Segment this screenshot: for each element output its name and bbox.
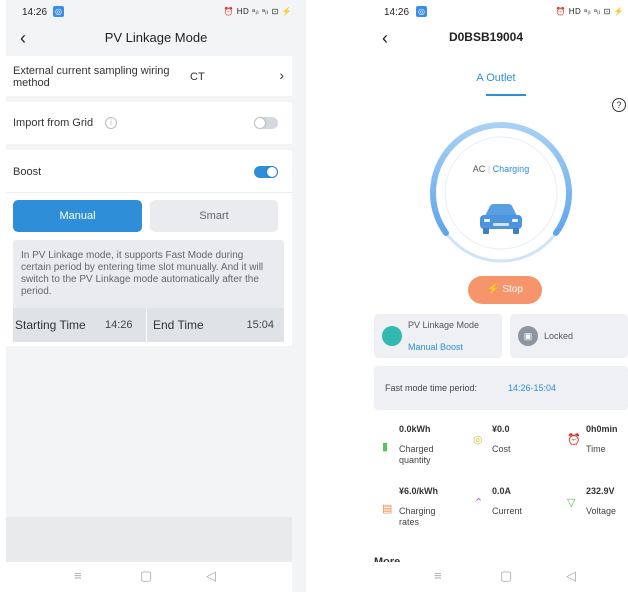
start-time-label: Starting Time — [15, 318, 86, 332]
header: ‹ PV Linkage Mode — [6, 24, 306, 56]
manual-button[interactable]: Manual — [13, 200, 142, 232]
status-time: 14:26 — [22, 7, 48, 18]
import-grid-label: Import from Grid — [13, 117, 94, 129]
charging-state: AC | Charging — [472, 164, 530, 174]
pv-mode-card[interactable]: PV Linkage Mode Manual Boost — [374, 314, 502, 358]
status-time: 14:26 — [384, 7, 410, 18]
fast-mode-info-box: In PV Linkage mode, it supports Fast Mod… — [13, 240, 284, 342]
system-icons: ⏰ HD ᵃᵢₗ ᵃᵢₗ ⊡ ⚡ — [223, 7, 292, 16]
rates-icon: ▤ — [382, 503, 393, 515]
back-nav-icon[interactable]: ◁ — [206, 568, 216, 584]
metric-charging-rates: ¥6.0/kWh Charging rates — [399, 486, 449, 528]
end-time-label: End Time — [153, 318, 204, 332]
menu-nav-icon[interactable]: ≡ — [74, 568, 82, 583]
lightning-icon: ⚡ — [487, 284, 500, 295]
page-title: PV Linkage Mode — [104, 30, 208, 45]
pv-mode-icon — [382, 326, 402, 346]
fast-mode-label: Fast mode time period: — [385, 383, 478, 393]
metric-label: Current — [492, 506, 523, 516]
tab-indicator — [486, 94, 526, 96]
home-nav-icon[interactable]: ▢ — [500, 568, 512, 584]
metric-label: Charged quantity — [399, 444, 434, 465]
metric-charged-quantity: 0.0kWh Charged quantity — [399, 424, 449, 466]
status-ring — [430, 122, 572, 263]
header: ‹ D0BSB19004 — [364, 24, 628, 56]
lock-label: Locked — [544, 331, 574, 341]
metric-value: ¥0.0 — [492, 424, 510, 434]
time-divider — [146, 308, 147, 342]
boost-toggle[interactable] — [254, 166, 278, 178]
info-icon[interactable]: i — [105, 117, 117, 129]
metric-value: 0h0min — [586, 424, 618, 434]
system-nav-bar: ≡ ▢ ◁ — [6, 562, 292, 592]
clock-icon: ⏰ — [567, 434, 581, 446]
import-grid-toggle[interactable] — [254, 117, 278, 129]
back-nav-icon[interactable]: ◁ — [566, 568, 576, 584]
end-time-value[interactable]: 15:04 — [246, 319, 274, 331]
metric-value: 0.0kWh — [399, 424, 431, 434]
coin-icon: ◎ — [473, 434, 483, 446]
lock-icon: ▣ — [518, 326, 538, 346]
metric-label: Voltage — [586, 506, 617, 516]
stop-label: Stop — [502, 284, 523, 295]
system-nav-bar: ≡ ▢ ◁ — [364, 562, 628, 592]
help-icon[interactable]: ? — [612, 98, 626, 112]
fast-mode-value: 14:26-15:04 — [508, 383, 557, 393]
pv-mode-title: PV Linkage Mode — [408, 320, 480, 330]
current-icon: ⌃ — [474, 497, 484, 509]
pv-linkage-screen: 14:26 ◎ ⏰ HD ᵃᵢₗ ᵃᵢₗ ⊡ ⚡ ‹ PV Linkage Mo… — [6, 0, 306, 592]
fast-mode-card: Fast mode time period: 14:26-15:04 — [374, 366, 628, 410]
charger-id-title: D0BSB19004 — [448, 30, 524, 44]
boost-section: Boost Manual Smart In PV Linkage mode, i… — [6, 150, 292, 346]
charging-status-dial: AC | Charging — [426, 118, 576, 268]
current-type: AC — [472, 164, 486, 174]
outlet-screen: 14:26 ◎ ⏰ HD ᵃᵢₗ ᵃᵢₗ ⊡ ⚡ ‹ D0BSB19004 A … — [364, 0, 628, 592]
chevron-right-icon: › — [279, 67, 284, 83]
wiring-method-value: CT — [190, 71, 205, 83]
system-icons: ⏰ HD ᵃᵢₗ ᵃᵢₗ ⊡ ⚡ — [555, 7, 624, 16]
metric-value: 232.9V — [586, 486, 615, 496]
car-icon — [480, 204, 522, 234]
wiring-method-row[interactable]: External current sampling wiring method … — [6, 56, 292, 96]
battery-icon: ▮ — [382, 441, 389, 453]
fast-mode-description: In PV Linkage mode, it supports Fast Mod… — [21, 250, 264, 297]
smart-button[interactable]: Smart — [150, 200, 278, 232]
metric-label: Charging rates — [399, 506, 436, 527]
status-bar: 14:26 ◎ ⏰ HD ᵃᵢₗ ᵃᵢₗ ⊡ ⚡ — [6, 0, 306, 24]
app-icon: ◎ — [416, 6, 427, 17]
wiring-method-label: External current sampling wiring method — [13, 65, 170, 89]
app-icon: ◎ — [53, 6, 64, 17]
time-range-row: Starting Time 14:26 End Time 15:04 — [13, 308, 284, 342]
metric-voltage: 232.9V Voltage — [586, 486, 616, 517]
menu-nav-icon[interactable]: ≡ — [434, 568, 442, 583]
voltage-icon: ▽ — [567, 497, 576, 509]
metric-cost: ¥0.0 Cost — [492, 424, 511, 455]
metric-label: Cost — [492, 444, 511, 454]
metric-value: ¥6.0/kWh — [399, 486, 439, 496]
metric-value: 0.0A — [492, 486, 512, 496]
boost-label: Boost — [13, 166, 42, 178]
metrics-grid: ▮ 0.0kWh Charged quantity ◎ ¥0.0 Cost ⏰ … — [374, 418, 628, 538]
metric-time: 0h0min Time — [586, 424, 618, 455]
metric-label: Time — [586, 444, 606, 454]
lock-card[interactable]: ▣ Locked — [510, 314, 628, 358]
metric-current: 0.0A Current — [492, 486, 522, 517]
stop-button[interactable]: ⚡ Stop — [468, 276, 542, 304]
import-grid-row: Import from Grid i — [6, 102, 292, 144]
pv-mode-subtitle: Manual Boost — [408, 342, 464, 352]
status-bar: 14:26 ◎ ⏰ HD ᵃᵢₗ ᵃᵢₗ ⊡ ⚡ — [364, 0, 628, 24]
home-nav-icon[interactable]: ▢ — [140, 568, 152, 584]
bottom-panel — [6, 517, 292, 567]
charging-status-text: Charging — [492, 164, 530, 174]
start-time-value[interactable]: 14:26 — [105, 319, 133, 331]
tab-a-outlet[interactable]: A Outlet — [364, 72, 628, 84]
